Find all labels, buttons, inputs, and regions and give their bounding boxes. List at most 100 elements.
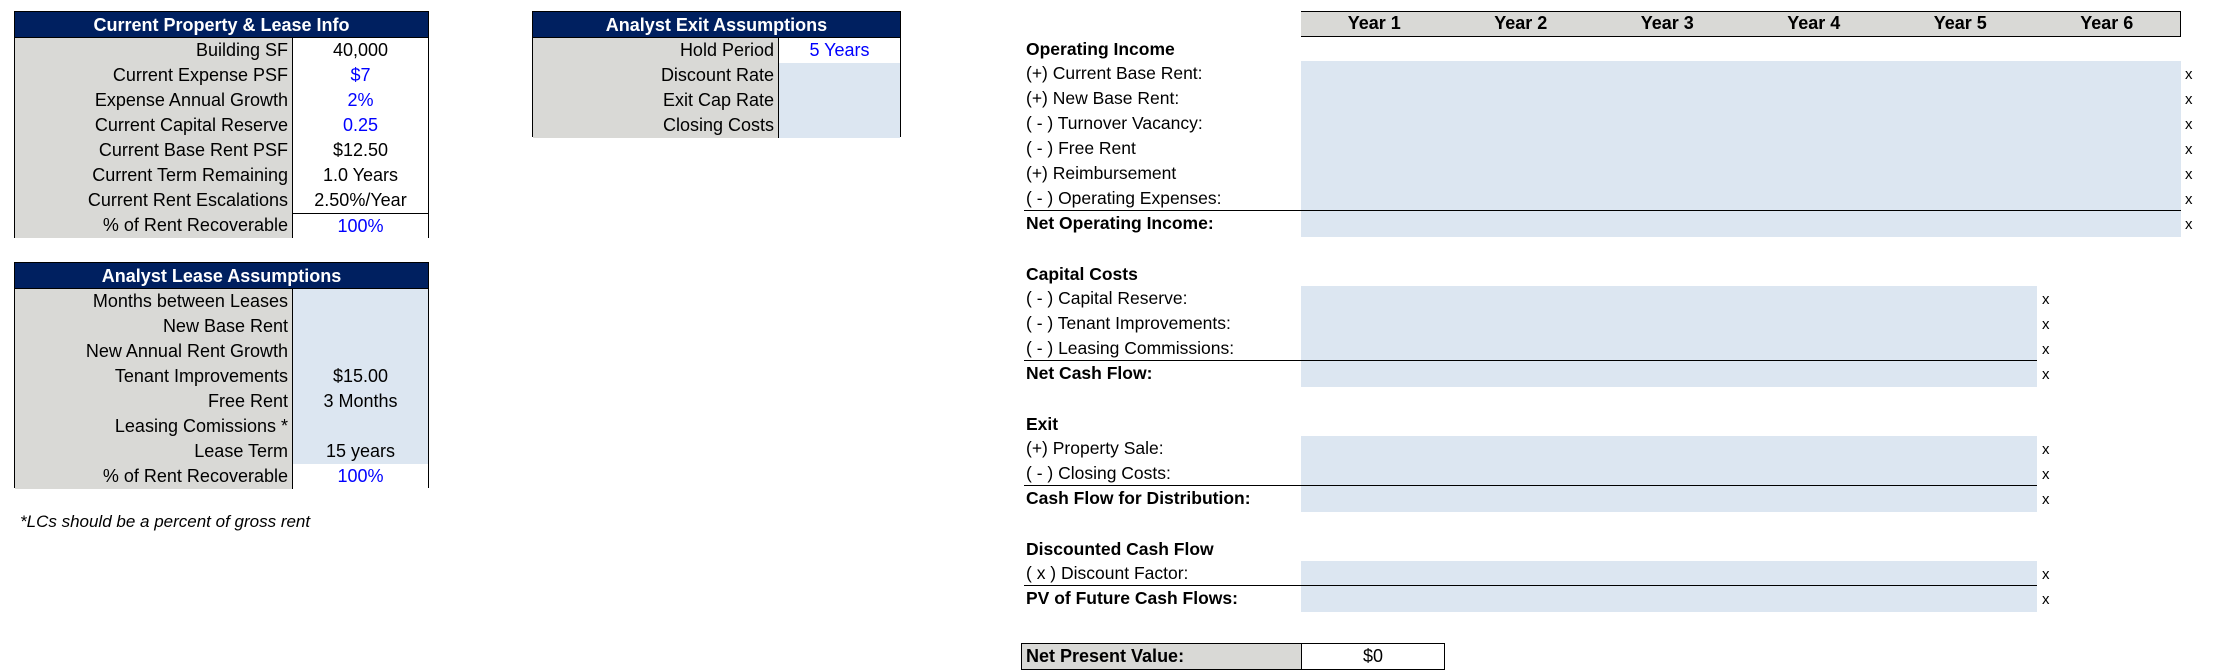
row-marker: x — [2185, 116, 2193, 133]
table-row: Current Expense PSF $7 — [15, 63, 428, 88]
row-marker: x — [2042, 441, 2050, 458]
rent-recoverable-cell[interactable]: 100% — [293, 213, 428, 238]
row-marker: x — [2185, 166, 2193, 183]
noi-label: Net Operating Income: — [1026, 213, 1214, 233]
row-marker: x — [2185, 66, 2193, 83]
capital-reserve-label: Current Capital Reserve — [15, 113, 293, 138]
exit-assumptions-table: Analyst Exit Assumptions Hold Period 5 Y… — [532, 11, 901, 138]
term-remaining-cell[interactable]: 1.0 Years — [293, 163, 428, 188]
exit-assumptions-title: Analyst Exit Assumptions — [533, 12, 900, 38]
exit-cells[interactable] — [1301, 436, 2037, 512]
expense-growth-label: Expense Annual Growth — [15, 88, 293, 113]
capital-costs-cells[interactable] — [1301, 286, 2037, 387]
year-3-header: Year 3 — [1640, 13, 1694, 33]
row-marker: x — [2042, 316, 2050, 333]
table-row: Current Capital Reserve 0.25 — [15, 113, 428, 138]
expense-growth-cell[interactable]: 2% — [293, 88, 428, 113]
lease-assumptions-title: Analyst Lease Assumptions — [15, 263, 428, 289]
table-row: Current Term Remaining 1.0 Years — [15, 163, 428, 188]
table-row: Expense Annual Growth 2% — [15, 88, 428, 113]
operating-income-heading: Operating Income — [1026, 39, 1175, 59]
year-1-header: Year 1 — [1347, 13, 1401, 33]
new-base-rent-input[interactable] — [293, 314, 428, 339]
dcf-heading: Discounted Cash Flow — [1026, 539, 1214, 559]
new-base-rent-row-label: (+) New Base Rent: — [1026, 88, 1180, 108]
new-rent-recoverable-input[interactable]: 100% — [293, 464, 428, 489]
year-2-header: Year 2 — [1494, 13, 1548, 33]
row-marker: x — [2042, 491, 2050, 508]
discount-rate-input[interactable] — [779, 63, 900, 88]
free-rent-label: Free Rent — [15, 389, 293, 414]
turnover-vacancy-label: ( - ) Turnover Vacancy: — [1026, 113, 1203, 133]
npv-box: Net Present Value: $0 — [1021, 643, 1445, 670]
current-property-title: Current Property & Lease Info — [15, 12, 428, 38]
leasing-commissions-label: Leasing Comissions * — [15, 414, 293, 439]
table-row: % of Rent Recoverable 100% — [15, 464, 428, 489]
year-4-header: Year 4 — [1787, 13, 1841, 33]
row-marker: x — [2042, 591, 2050, 608]
discount-factor-label: ( x ) Discount Factor: — [1026, 563, 1189, 583]
months-between-leases-input[interactable] — [293, 289, 428, 314]
base-rent-psf-cell[interactable]: $12.50 — [293, 138, 428, 163]
table-row: Hold Period 5 Years — [533, 38, 900, 63]
table-row: % of Rent Recoverable 100% — [15, 213, 428, 238]
building-sf-label: Building SF — [15, 38, 293, 63]
leasing-commissions-row-label: ( - ) Leasing Commissions: — [1026, 338, 1235, 358]
table-row: Leasing Comissions * — [15, 414, 428, 439]
table-row: New Base Rent — [15, 314, 428, 339]
current-property-table: Current Property & Lease Info Building S… — [14, 11, 429, 238]
new-base-rent-label: New Base Rent — [15, 314, 293, 339]
lease-term-input[interactable]: 15 years — [293, 439, 428, 464]
row-marker: x — [2185, 91, 2193, 108]
current-base-rent-label: (+) Current Base Rent: — [1026, 63, 1203, 83]
current-expense-psf-cell[interactable]: $7 — [293, 63, 428, 88]
row-marker: x — [2185, 216, 2193, 233]
row-marker: x — [2185, 191, 2193, 208]
table-row: Tenant Improvements $15.00 — [15, 364, 428, 389]
rent-escalations-label: Current Rent Escalations — [15, 188, 293, 213]
npv-label: Net Present Value: — [1022, 644, 1302, 669]
table-row: Lease Term 15 years — [15, 439, 428, 464]
closing-costs-input[interactable] — [779, 113, 900, 138]
leasing-commissions-input[interactable] — [293, 414, 428, 439]
operating-expenses-label: ( - ) Operating Expenses: — [1026, 188, 1222, 208]
exit-heading: Exit — [1026, 414, 1059, 434]
hold-period-label: Hold Period — [533, 38, 779, 63]
months-between-leases-label: Months between Leases — [15, 289, 293, 314]
table-row: Exit Cap Rate — [533, 88, 900, 113]
base-rent-psf-label: Current Base Rent PSF — [15, 138, 293, 163]
year-header-row: Year 1 Year 2 Year 3 Year 4 Year 5 Year … — [1301, 11, 2181, 37]
lease-term-label: Lease Term — [15, 439, 293, 464]
row-marker: x — [2042, 466, 2050, 483]
row-marker: x — [2185, 141, 2193, 158]
dcf-cells[interactable] — [1301, 561, 2037, 612]
free-rent-row-label: ( - ) Free Rent — [1026, 138, 1136, 158]
table-row: New Annual Rent Growth — [15, 339, 428, 364]
table-row: Free Rent 3 Months — [15, 389, 428, 414]
term-remaining-label: Current Term Remaining — [15, 163, 293, 188]
new-rent-growth-input[interactable] — [293, 339, 428, 364]
row-marker: x — [2042, 366, 2050, 383]
table-row: Closing Costs — [533, 113, 900, 138]
table-row: Discount Rate — [533, 63, 900, 88]
year-6-header: Year 6 — [2080, 13, 2134, 33]
rent-escalations-cell[interactable]: 2.50%/Year — [293, 188, 428, 213]
npv-value[interactable]: $0 — [1302, 644, 1444, 669]
row-marker: x — [2042, 566, 2050, 583]
capital-reserve-row-label: ( - ) Capital Reserve: — [1026, 288, 1188, 308]
table-row: Building SF 40,000 — [15, 38, 428, 63]
tenant-improvements-label: Tenant Improvements — [15, 364, 293, 389]
free-rent-input[interactable]: 3 Months — [293, 389, 428, 414]
new-rent-growth-label: New Annual Rent Growth — [15, 339, 293, 364]
exit-closing-costs-label: ( - ) Closing Costs: — [1026, 463, 1171, 483]
hold-period-input[interactable]: 5 Years — [779, 38, 900, 63]
property-sale-label: (+) Property Sale: — [1026, 438, 1164, 458]
tenant-improvements-input[interactable]: $15.00 — [293, 364, 428, 389]
net-cash-flow-divider — [1024, 360, 2037, 361]
reimbursement-label: (+) Reimbursement — [1026, 163, 1177, 183]
lease-assumptions-table: Analyst Lease Assumptions Months between… — [14, 262, 429, 489]
building-sf-cell[interactable]: 40,000 — [293, 38, 428, 63]
capital-reserve-cell[interactable]: 0.25 — [293, 113, 428, 138]
exit-cap-rate-input[interactable] — [779, 88, 900, 113]
row-marker: x — [2042, 291, 2050, 308]
